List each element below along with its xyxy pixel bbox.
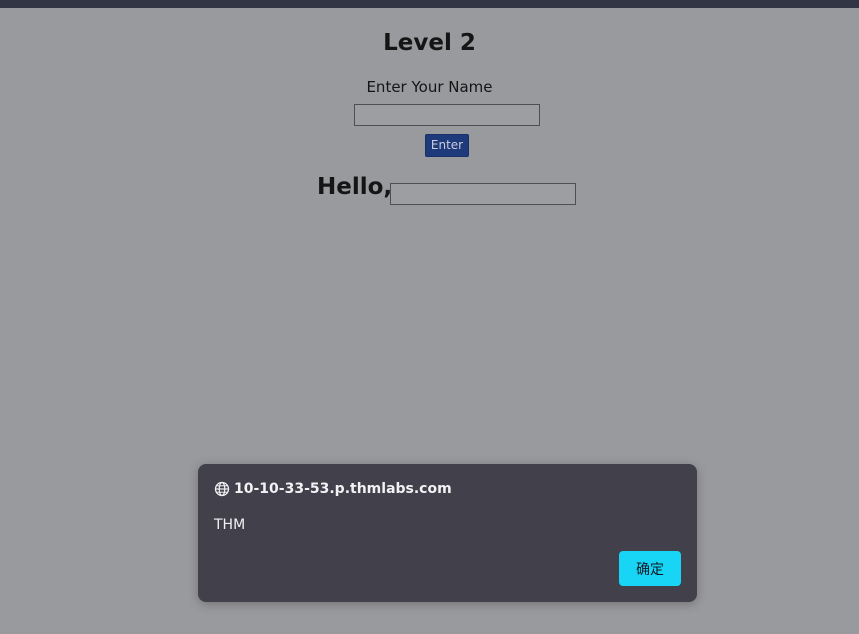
dialog-message: THM bbox=[214, 517, 246, 533]
globe-icon bbox=[214, 481, 230, 497]
dialog-origin-text: 10-10-33-53.p.thmlabs.com bbox=[234, 481, 452, 497]
browser-top-bar bbox=[0, 0, 859, 8]
hello-output-field[interactable] bbox=[390, 183, 576, 205]
dialog-origin: 10-10-33-53.p.thmlabs.com bbox=[214, 481, 452, 497]
name-input[interactable] bbox=[354, 104, 540, 126]
ok-button[interactable]: 确定 bbox=[619, 551, 681, 586]
hello-text: Hello, bbox=[317, 174, 393, 200]
enter-button[interactable]: Enter bbox=[425, 134, 469, 157]
page-title: Level 2 bbox=[383, 30, 476, 56]
alert-dialog: 10-10-33-53.p.thmlabs.com THM 确定 bbox=[198, 464, 697, 602]
name-label: Enter Your Name bbox=[366, 78, 493, 96]
